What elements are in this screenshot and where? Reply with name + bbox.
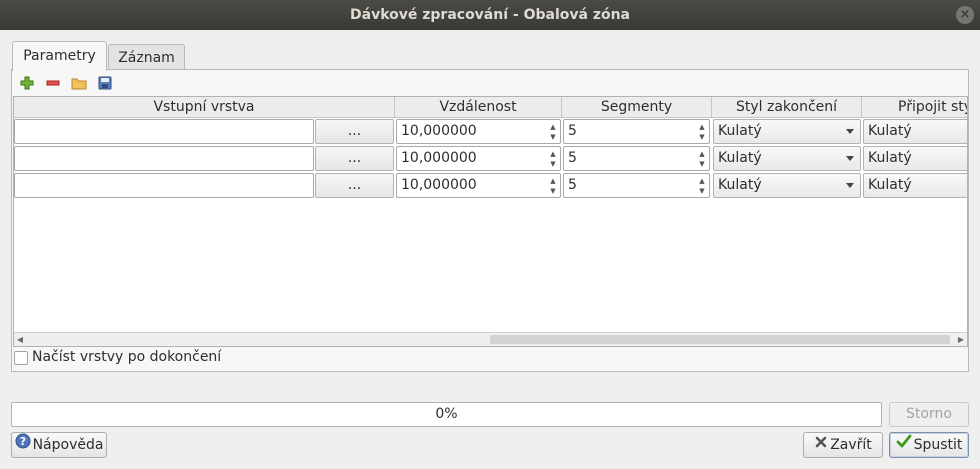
close-label: Zavřít: [830, 437, 872, 453]
spin-arrows-icon[interactable]: ▲ ▼: [548, 122, 558, 142]
join-style-combo[interactable]: Kulatý: [863, 173, 967, 198]
close-icon: [814, 433, 828, 457]
batch-parameters-table: Vstupní vrstva Vzdálenost Segmenty Styl …: [13, 96, 968, 347]
end-cap-value: Kulatý: [718, 177, 762, 193]
tab-zaznam[interactable]: Záznam: [108, 44, 185, 70]
end-cap-combo[interactable]: Kulatý: [713, 146, 861, 171]
distance-value: 10,000000: [401, 150, 477, 166]
scroll-right-icon[interactable]: ▶: [955, 333, 967, 346]
window-titlebar: Dávkové zpracování - Obalová zóna ×: [0, 0, 980, 30]
horizontal-scrollbar[interactable]: ◀ ▶: [14, 332, 967, 346]
browse-button[interactable]: ...: [315, 146, 394, 171]
join-style-value: Kulatý: [868, 150, 912, 166]
input-layer-field[interactable]: [14, 173, 314, 198]
table-row: ... 10,000000 ▲ ▼ 5 ▲ ▼ Kulatý Kulatý: [14, 118, 967, 145]
progress-bar: 0%: [11, 402, 882, 427]
input-layer-field[interactable]: [14, 119, 314, 144]
column-header-join-style[interactable]: Připojit styl: [862, 97, 967, 118]
end-cap-value: Kulatý: [718, 123, 762, 139]
tab-parametry[interactable]: Parametry: [12, 41, 107, 71]
input-layer-field[interactable]: [14, 146, 314, 171]
load-layers-checkbox[interactable]: [14, 351, 28, 365]
help-label: Nápověda: [32, 437, 104, 453]
chevron-down-icon: [846, 129, 854, 134]
spin-arrows-icon[interactable]: ▲ ▼: [548, 149, 558, 169]
browse-button[interactable]: ...: [315, 173, 394, 198]
join-style-combo[interactable]: Kulatý: [863, 146, 967, 171]
join-style-value: Kulatý: [868, 177, 912, 193]
help-icon: ?: [15, 433, 31, 457]
svg-text:?: ?: [19, 435, 25, 448]
load-layers-label: Načíst vrstvy po dokončení: [32, 349, 222, 365]
checkmark-icon: [896, 433, 912, 457]
cancel-button[interactable]: Storno: [889, 402, 969, 427]
close-button[interactable]: Zavřít: [803, 432, 883, 458]
browse-button[interactable]: ...: [315, 119, 394, 144]
save-icon[interactable]: [97, 75, 113, 91]
distance-spinbox[interactable]: 10,000000 ▲ ▼: [396, 146, 561, 171]
segments-spinbox[interactable]: 5 ▲ ▼: [563, 146, 710, 171]
column-header-input-layer[interactable]: Vstupní vrstva: [14, 97, 395, 118]
end-cap-value: Kulatý: [718, 150, 762, 166]
segments-spinbox[interactable]: 5 ▲ ▼: [563, 173, 710, 198]
close-window-button[interactable]: ×: [956, 6, 974, 24]
run-button[interactable]: Spustit: [889, 432, 969, 458]
window-title: Dávkové zpracování - Obalová zóna: [350, 7, 630, 23]
segments-value: 5: [568, 123, 577, 139]
scroll-left-icon[interactable]: ◀: [14, 333, 26, 346]
segments-value: 5: [568, 150, 577, 166]
end-cap-combo[interactable]: Kulatý: [713, 119, 861, 144]
distance-value: 10,000000: [401, 177, 477, 193]
join-style-combo[interactable]: Kulatý: [863, 119, 967, 144]
spin-arrows-icon[interactable]: ▲ ▼: [697, 149, 707, 169]
column-header-distance[interactable]: Vzdálenost: [395, 97, 562, 118]
add-row-icon[interactable]: [19, 75, 35, 91]
chevron-down-icon: [846, 156, 854, 161]
help-button[interactable]: ? Nápověda: [11, 432, 107, 458]
remove-row-icon[interactable]: [45, 75, 61, 91]
parameters-panel: Vstupní vrstva Vzdálenost Segmenty Styl …: [11, 69, 969, 372]
spin-arrows-icon[interactable]: ▲ ▼: [697, 176, 707, 196]
table-row: ... 10,000000 ▲ ▼ 5 ▲ ▼ Kulatý Kulatý: [14, 145, 967, 172]
column-header-segments[interactable]: Segmenty: [562, 97, 712, 118]
scrollbar-thumb[interactable]: [490, 335, 950, 344]
end-cap-combo[interactable]: Kulatý: [713, 173, 861, 198]
progress-text: 0%: [435, 406, 458, 422]
column-header-end-cap[interactable]: Styl zakončení: [712, 97, 862, 118]
segments-value: 5: [568, 177, 577, 193]
table-row: ... 10,000000 ▲ ▼ 5 ▲ ▼ Kulatý Kulatý: [14, 172, 967, 199]
spin-arrows-icon[interactable]: ▲ ▼: [697, 122, 707, 142]
chevron-down-icon: [846, 183, 854, 188]
spin-arrows-icon[interactable]: ▲ ▼: [548, 176, 558, 196]
distance-value: 10,000000: [401, 123, 477, 139]
join-style-value: Kulatý: [868, 123, 912, 139]
open-folder-icon[interactable]: [71, 75, 87, 91]
distance-spinbox[interactable]: 10,000000 ▲ ▼: [396, 119, 561, 144]
run-label: Spustit: [913, 437, 963, 453]
segments-spinbox[interactable]: 5 ▲ ▼: [563, 119, 710, 144]
distance-spinbox[interactable]: 10,000000 ▲ ▼: [396, 173, 561, 198]
